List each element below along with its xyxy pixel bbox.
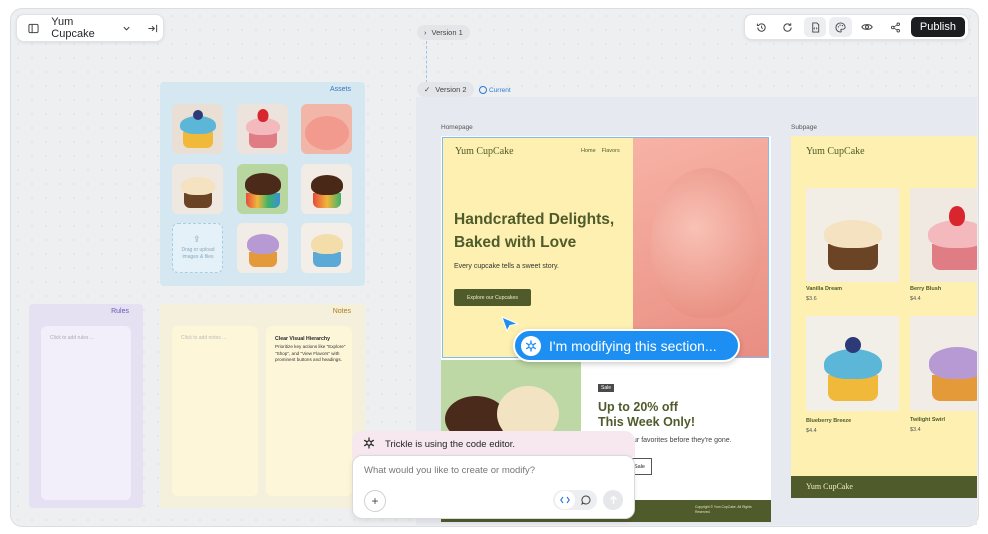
notes-card: Notes Click to add notes ... Clear Visua… xyxy=(160,304,365,508)
asset-strawberry-cupcake[interactable] xyxy=(237,104,288,154)
subpage-brand: Yum CupCake xyxy=(806,146,865,157)
preview-eye-icon[interactable] xyxy=(855,17,878,37)
product-image-berry[interactable] xyxy=(910,188,977,282)
chat-status-bar: Trickle is using the code editor. xyxy=(352,431,635,457)
note-body: Prioritize key actions like "Explore" "S… xyxy=(275,344,346,362)
add-attachment-button[interactable]: + xyxy=(364,490,386,512)
hero-selection-outline xyxy=(442,137,769,358)
palette-icon[interactable] xyxy=(829,17,853,37)
version-1-pill[interactable]: › Version 1 xyxy=(417,25,470,40)
asset-frosting-closeup[interactable] xyxy=(301,104,352,154)
asset-choc-rainbow-cupcake[interactable] xyxy=(301,164,352,214)
refresh-icon[interactable] xyxy=(776,17,799,37)
asset-vanilla-cupcake[interactable] xyxy=(172,164,223,214)
assets-title: Assets xyxy=(329,86,351,93)
note-item[interactable]: Clear Visual Hierarchy Prioritize key ac… xyxy=(266,326,352,496)
rules-placeholder: Click to add rules ... xyxy=(50,335,94,341)
notes-input[interactable]: Click to add notes ... xyxy=(172,326,258,496)
version-2-pill[interactable]: ✓ Version 2 xyxy=(417,82,474,97)
rules-card: Rules Click to add rules ... xyxy=(29,304,143,508)
subpage-preview[interactable]: Yum CupCake Vanilla Dream $3.6 Berry Blu… xyxy=(791,136,977,498)
trickle-logo-icon xyxy=(521,335,541,356)
rules-title: Rules xyxy=(111,308,129,315)
collapse-right-icon[interactable] xyxy=(143,23,163,34)
publish-button[interactable]: Publish xyxy=(910,17,965,37)
chat-mode-icon[interactable] xyxy=(576,491,596,509)
product-image-twilight[interactable] xyxy=(910,316,977,411)
note-title: Clear Visual Hierarchy xyxy=(275,336,330,342)
chevron-down-icon[interactable] xyxy=(116,24,136,33)
homepage-label: Homepage xyxy=(441,124,473,131)
editor-toolbar: Publish xyxy=(744,14,969,40)
project-name[interactable]: Yum Cupcake xyxy=(51,16,114,40)
subpage-footer: Yum CupCake xyxy=(791,476,977,498)
chat-input-box: What would you like to create or modify?… xyxy=(352,455,635,519)
code-file-icon[interactable] xyxy=(803,17,827,37)
project-toolbar: Yum Cupcake xyxy=(16,14,164,42)
asset-twilight-cupcake[interactable] xyxy=(237,223,288,273)
product-price-twilight: $3.4 xyxy=(910,427,921,433)
subpage-footer-brand: Yum CupCake xyxy=(806,482,853,491)
trickle-logo-icon xyxy=(362,436,376,453)
code-mode-icon[interactable] xyxy=(555,491,575,509)
product-price-vanilla: $3.6 xyxy=(806,296,817,302)
chat-input[interactable]: What would you like to create or modify? xyxy=(364,465,624,476)
product-price-berry: $4.4 xyxy=(910,296,921,302)
sidebar-toggle-icon[interactable] xyxy=(23,23,43,34)
chat-status-text: Trickle is using the code editor. xyxy=(385,438,516,450)
footer-copyright: Copyright © Yum CupCake. All Rights Rese… xyxy=(695,505,752,514)
send-button[interactable] xyxy=(603,490,623,510)
version-2-label: Version 2 xyxy=(435,85,467,94)
upload-dropzone[interactable]: ⇪ Drag or upload images & files xyxy=(172,223,223,273)
promo-headline-line-2: This Week Only! xyxy=(598,415,696,429)
asset-blueberry-cupcake[interactable] xyxy=(172,104,223,154)
share-icon[interactable] xyxy=(884,17,907,37)
chevron-right-icon: › xyxy=(424,28,427,37)
product-name-blueberry: Blueberry Breeze xyxy=(806,418,852,424)
promo-headline-line-1: Up to 20% off xyxy=(598,400,678,414)
asset-vanilla-blue-cupcake[interactable] xyxy=(301,223,352,273)
notes-title: Notes xyxy=(332,308,351,315)
current-badge: Current xyxy=(479,86,511,94)
rules-input[interactable]: Click to add rules ... xyxy=(41,326,131,500)
sale-tag: Sale xyxy=(598,384,615,392)
current-icon xyxy=(479,86,487,94)
modifying-status-text: I'm modifying this section... xyxy=(549,337,717,354)
current-label: Current xyxy=(489,86,511,94)
product-name-vanilla: Vanilla Dream xyxy=(806,286,843,292)
product-name-berry: Berry Blush xyxy=(910,286,942,292)
history-icon[interactable] xyxy=(750,17,773,37)
version-1-label: Version 1 xyxy=(431,28,463,37)
upload-icon: ⇪ xyxy=(193,234,201,244)
product-price-blueberry: $4.4 xyxy=(806,428,817,434)
modifying-status-tooltip: I'm modifying this section... xyxy=(513,329,740,362)
check-icon: ✓ xyxy=(424,85,431,94)
asset-chocolate-cupcakes[interactable] xyxy=(237,164,288,214)
chat-panel: Trickle is using the code editor. What w… xyxy=(352,431,635,519)
version-connector xyxy=(426,41,427,83)
subpage-label: Subpage xyxy=(791,124,818,131)
notes-placeholder: Click to add notes ... xyxy=(181,335,227,341)
product-image-vanilla[interactable] xyxy=(806,188,899,282)
product-image-blueberry[interactable] xyxy=(806,316,899,411)
upload-text: Drag or upload images & files xyxy=(181,247,215,260)
product-name-twilight: Twilight Swirl xyxy=(910,417,946,423)
